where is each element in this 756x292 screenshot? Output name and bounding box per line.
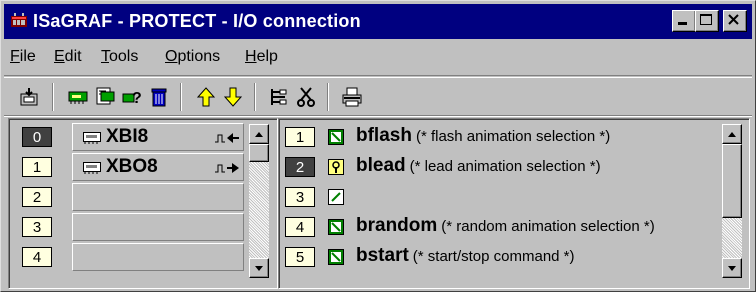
variable-name: bstart xyxy=(356,245,409,266)
output-direction-icon xyxy=(215,163,239,173)
board-slot[interactable]: XBO8 xyxy=(72,153,244,181)
scroll-up-icon xyxy=(728,132,736,137)
close-icon xyxy=(728,14,739,25)
channel-list-scrollbar[interactable] xyxy=(722,124,742,278)
board-slot[interactable]: XBI8 xyxy=(72,123,244,151)
board-slot[interactable] xyxy=(72,183,244,211)
maximize-button[interactable] xyxy=(695,10,719,32)
print-icon xyxy=(342,87,362,107)
channel-list-panel: 1 bflash (* flash animation selection *) … xyxy=(278,118,750,289)
scroll-down-button[interactable] xyxy=(722,258,742,278)
open-board-icon xyxy=(20,88,38,106)
slot-number-box[interactable]: 0 xyxy=(22,127,52,147)
variable-comment: (* lead animation selection *) xyxy=(409,158,601,175)
maximize-icon xyxy=(700,14,712,25)
toolbar: ? xyxy=(4,75,752,117)
help-board-icon: ? xyxy=(122,90,142,107)
connected-variable-icon xyxy=(328,219,344,235)
slot-number-box[interactable]: 2 xyxy=(22,187,52,207)
move-down-icon xyxy=(223,87,243,107)
set-board-button[interactable] xyxy=(67,86,89,108)
menu-help[interactable]: Help xyxy=(245,48,278,66)
connect-button[interactable] xyxy=(268,86,290,108)
variable-comment: (* start/stop command *) xyxy=(412,248,575,265)
board-card-icon xyxy=(83,132,101,144)
board-slot[interactable] xyxy=(72,243,244,271)
channel-row[interactable]: 2 blead (* lead animation selection *) xyxy=(280,153,710,181)
scroll-down-button[interactable] xyxy=(249,258,269,278)
set-board-icon xyxy=(68,91,88,104)
board-slot[interactable] xyxy=(72,213,244,241)
channel-row[interactable]: 1 bflash (* flash animation selection *) xyxy=(280,123,710,151)
help-board-button[interactable]: ? xyxy=(121,86,143,108)
channel-number-box[interactable]: 2 xyxy=(285,157,315,177)
variable-name: blead xyxy=(356,155,406,176)
move-down-button[interactable] xyxy=(222,86,244,108)
variable-name: brandom xyxy=(356,215,438,236)
channel-row[interactable]: 3 xyxy=(280,183,710,211)
channel-number-box[interactable]: 3 xyxy=(285,187,315,207)
scroll-up-button[interactable] xyxy=(722,124,742,144)
menu-tools[interactable]: Tools xyxy=(101,48,138,66)
menu-edit[interactable]: Edit xyxy=(54,48,82,66)
svg-text:?: ? xyxy=(132,90,142,107)
menu-file[interactable]: File xyxy=(10,48,36,66)
channel-row[interactable]: 5 bstart (* start/stop command *) xyxy=(280,243,710,271)
connected-variable-icon xyxy=(328,129,344,145)
scroll-thumb[interactable] xyxy=(722,144,742,218)
scroll-up-icon xyxy=(255,132,263,137)
locked-variable-icon xyxy=(328,159,344,175)
disconnect-icon xyxy=(297,87,315,107)
slot-number-box[interactable]: 4 xyxy=(22,247,52,267)
window-title: ISaGRAF - PROTECT - I/O connection xyxy=(33,11,361,31)
board-card-icon xyxy=(83,162,101,174)
free-channel-icon xyxy=(328,189,344,205)
scroll-thumb[interactable] xyxy=(249,144,269,162)
title-bar[interactable]: ISaGRAF - PROTECT - I/O connection xyxy=(4,4,752,39)
variable-comment: (* flash animation selection *) xyxy=(415,128,611,145)
move-up-button[interactable] xyxy=(195,86,217,108)
minimize-button[interactable] xyxy=(672,10,696,32)
open-board-button[interactable] xyxy=(18,86,40,108)
move-up-icon xyxy=(196,87,216,107)
delete-button[interactable] xyxy=(148,86,170,108)
scroll-down-icon xyxy=(255,266,263,271)
scroll-up-button[interactable] xyxy=(249,124,269,144)
menu-bar: File Edit Tools Options Help xyxy=(4,42,752,72)
disconnect-button[interactable] xyxy=(295,86,317,108)
slot-number-box[interactable]: 3 xyxy=(22,217,52,237)
slot-number-box[interactable]: 1 xyxy=(22,157,52,177)
channel-number-box[interactable]: 5 xyxy=(285,247,315,267)
close-button[interactable] xyxy=(723,10,747,32)
set-equipment-icon xyxy=(96,87,115,105)
print-button[interactable] xyxy=(341,86,363,108)
channel-number-box[interactable]: 1 xyxy=(285,127,315,147)
channel-row[interactable]: 4 brandom (* random animation selection *… xyxy=(280,213,710,241)
isagraf-app-icon xyxy=(11,13,27,27)
board-list-scrollbar[interactable] xyxy=(249,124,269,278)
variable-name: bflash xyxy=(356,125,412,146)
board-list-panel: 0 1 2 3 4 XBI8 XBO8 xyxy=(8,118,278,289)
menu-options[interactable]: Options xyxy=(165,48,220,66)
scroll-down-icon xyxy=(728,266,736,271)
channel-number-box[interactable]: 4 xyxy=(285,217,315,237)
connect-icon xyxy=(271,89,287,105)
minimize-icon xyxy=(678,22,687,25)
delete-icon xyxy=(151,88,167,107)
app-window: ISaGRAF - PROTECT - I/O connection File … xyxy=(0,0,756,292)
board-name: XBI8 xyxy=(106,126,149,147)
board-name: XBO8 xyxy=(106,156,158,177)
input-direction-icon xyxy=(215,133,239,143)
set-equipment-button[interactable] xyxy=(94,86,116,108)
variable-comment: (* random animation selection *) xyxy=(441,218,655,235)
connected-variable-icon xyxy=(328,249,344,265)
